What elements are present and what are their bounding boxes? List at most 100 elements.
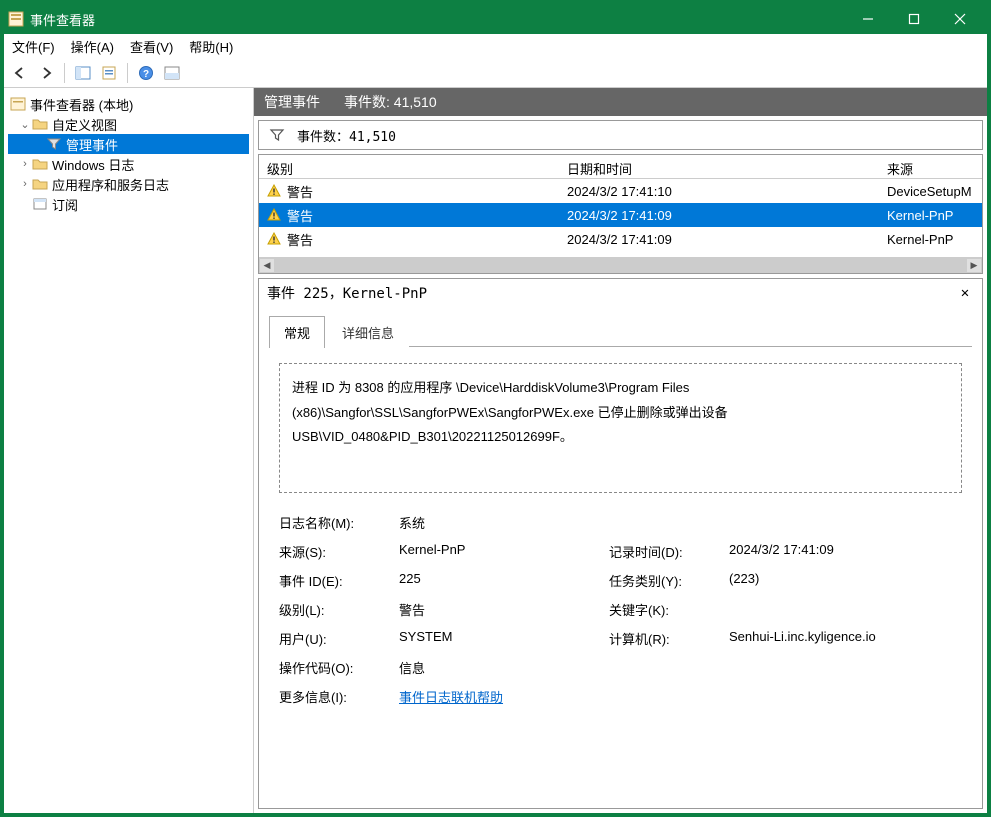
toolbar: ? xyxy=(4,58,987,88)
event-source: DeviceSetupM xyxy=(879,182,982,201)
label-task-category: 任务类别(Y): xyxy=(609,571,729,590)
tab-details[interactable]: 详细信息 xyxy=(327,316,409,348)
close-button[interactable] xyxy=(937,4,983,34)
content-header-title: 管理事件 xyxy=(264,92,320,112)
menubar: 文件(F) 操作(A) 查看(V) 帮助(H) xyxy=(4,34,987,58)
detail-panel: 事件 225，Kernel-PnP ✕ 常规 详细信息 进程 ID 为 8308… xyxy=(258,278,983,809)
tree-subscriptions-label: 订阅 xyxy=(52,195,78,214)
tree-app-service-logs-label: 应用程序和服务日志 xyxy=(52,175,169,194)
event-level: 警告 xyxy=(287,206,313,225)
event-datetime: 2024/3/2 17:41:10 xyxy=(559,182,879,201)
toolbar-separator xyxy=(127,63,128,83)
titlebar: 事件查看器 xyxy=(4,4,987,34)
toolbar-separator xyxy=(64,63,65,83)
label-more-info: 更多信息(I): xyxy=(279,687,399,706)
event-viewer-icon xyxy=(10,96,26,112)
value-log-name: 系统 xyxy=(399,513,609,532)
detail-title: 事件 225，Kernel-PnP xyxy=(267,283,427,303)
detail-properties: 日志名称(M): 系统 来源(S): Kernel-PnP 记录时间(D): 2… xyxy=(279,513,962,706)
event-list-header: 级别 日期和时间 来源 xyxy=(259,155,982,179)
filter-icon xyxy=(46,136,62,152)
warning-icon xyxy=(267,208,281,222)
value-user: SYSTEM xyxy=(399,629,609,648)
tree-app-service-logs[interactable]: › 应用程序和服务日志 xyxy=(8,174,249,194)
preview-pane-button[interactable] xyxy=(160,61,184,85)
tab-general[interactable]: 常规 xyxy=(269,316,325,348)
content-panel: 管理事件 事件数: 41,510 事件数：41,510 级别 日期和时间 来源 … xyxy=(254,88,987,813)
filter-bar: 事件数：41,510 xyxy=(258,120,983,150)
tree-windows-logs-label: Windows 日志 xyxy=(52,155,134,174)
event-source: Kernel-PnP xyxy=(879,206,982,225)
event-datetime: 2024/3/2 17:41:09 xyxy=(559,206,879,225)
horizontal-scrollbar[interactable]: ◀ ▶ xyxy=(259,257,982,273)
tree-subscriptions[interactable]: 订阅 xyxy=(8,194,249,214)
window-title: 事件查看器 xyxy=(30,10,845,29)
event-row[interactable]: 警告 2024/3/2 17:41:09 Kernel-PnP xyxy=(259,227,982,251)
tree-root-label: 事件查看器 (本地) xyxy=(30,95,133,114)
tree-admin-events[interactable]: 管理事件 xyxy=(8,134,249,154)
event-description: 进程 ID 为 8308 的应用程序 \Device\HarddiskVolum… xyxy=(279,363,962,493)
menu-help[interactable]: 帮助(H) xyxy=(189,37,233,56)
value-keywords xyxy=(729,600,962,619)
nav-forward-button[interactable] xyxy=(34,61,58,85)
event-level: 警告 xyxy=(287,230,313,249)
event-list-body[interactable]: 警告 2024/3/2 17:41:10 DeviceSetupM 警告 202… xyxy=(259,179,982,257)
value-computer: Senhui-Li.inc.kyligence.io xyxy=(729,629,962,648)
warning-icon xyxy=(267,232,281,246)
svg-text:?: ? xyxy=(143,69,149,80)
event-row[interactable]: 警告 2024/3/2 17:41:09 Kernel-PnP xyxy=(259,203,982,227)
minimize-button[interactable] xyxy=(845,4,891,34)
label-event-id: 事件 ID(E): xyxy=(279,571,399,590)
expand-icon[interactable]: › xyxy=(18,178,32,190)
column-datetime[interactable]: 日期和时间 xyxy=(559,155,879,178)
label-user: 用户(U): xyxy=(279,629,399,648)
event-level: 警告 xyxy=(287,182,313,201)
warning-icon xyxy=(267,184,281,198)
event-row[interactable]: 警告 2024/3/2 17:41:10 DeviceSetupM xyxy=(259,179,982,203)
scroll-left-button[interactable]: ◀ xyxy=(259,258,275,273)
show-hide-tree-button[interactable] xyxy=(71,61,95,85)
label-keywords: 关键字(K): xyxy=(609,600,729,619)
column-source[interactable]: 来源 xyxy=(879,155,982,178)
scroll-right-button[interactable]: ▶ xyxy=(966,258,982,273)
value-level: 警告 xyxy=(399,600,609,619)
tree-windows-logs[interactable]: › Windows 日志 xyxy=(8,154,249,174)
menu-file[interactable]: 文件(F) xyxy=(12,37,55,56)
event-datetime: 2024/3/2 17:41:09 xyxy=(559,230,879,249)
label-opcode: 操作代码(O): xyxy=(279,658,399,677)
menu-view[interactable]: 查看(V) xyxy=(130,37,173,56)
collapse-icon[interactable]: ⌄ xyxy=(18,118,32,131)
main-area: 事件查看器 (本地) ⌄ 自定义视图 管理事件 › Windows 日志 › 应… xyxy=(4,88,987,813)
folder-icon xyxy=(32,156,48,172)
help-button[interactable]: ? xyxy=(134,61,158,85)
filter-count-label: 事件数：41,510 xyxy=(297,126,396,145)
detail-tabs: 常规 详细信息 xyxy=(259,307,982,347)
event-list: 级别 日期和时间 来源 警告 2024/3/2 17:41:10 DeviceS… xyxy=(258,154,983,274)
value-event-id: 225 xyxy=(399,571,609,590)
column-level[interactable]: 级别 xyxy=(259,155,559,178)
tree-panel[interactable]: 事件查看器 (本地) ⌄ 自定义视图 管理事件 › Windows 日志 › 应… xyxy=(4,88,254,813)
value-logged: 2024/3/2 17:41:09 xyxy=(729,542,962,561)
maximize-button[interactable] xyxy=(891,4,937,34)
scroll-track[interactable] xyxy=(275,258,966,273)
expand-icon[interactable]: › xyxy=(18,158,32,170)
content-header-count: 事件数: 41,510 xyxy=(344,92,437,112)
event-source: Kernel-PnP xyxy=(879,230,982,249)
tree-root[interactable]: 事件查看器 (本地) xyxy=(8,94,249,114)
value-opcode: 信息 xyxy=(399,658,609,677)
tree-custom-views[interactable]: ⌄ 自定义视图 xyxy=(8,114,249,134)
folder-icon xyxy=(32,116,48,132)
nav-back-button[interactable] xyxy=(8,61,32,85)
properties-button[interactable] xyxy=(97,61,121,85)
label-source: 来源(S): xyxy=(279,542,399,561)
tree-admin-events-label: 管理事件 xyxy=(66,135,118,154)
label-computer: 计算机(R): xyxy=(609,629,729,648)
folder-icon xyxy=(32,176,48,192)
menu-action[interactable]: 操作(A) xyxy=(71,37,114,56)
link-online-help[interactable]: 事件日志联机帮助 xyxy=(399,690,503,705)
label-level: 级别(L): xyxy=(279,600,399,619)
app-icon xyxy=(8,11,24,27)
detail-body[interactable]: 进程 ID 为 8308 的应用程序 \Device\HarddiskVolum… xyxy=(259,347,982,808)
detail-close-button[interactable]: ✕ xyxy=(956,284,974,302)
value-source: Kernel-PnP xyxy=(399,542,609,561)
